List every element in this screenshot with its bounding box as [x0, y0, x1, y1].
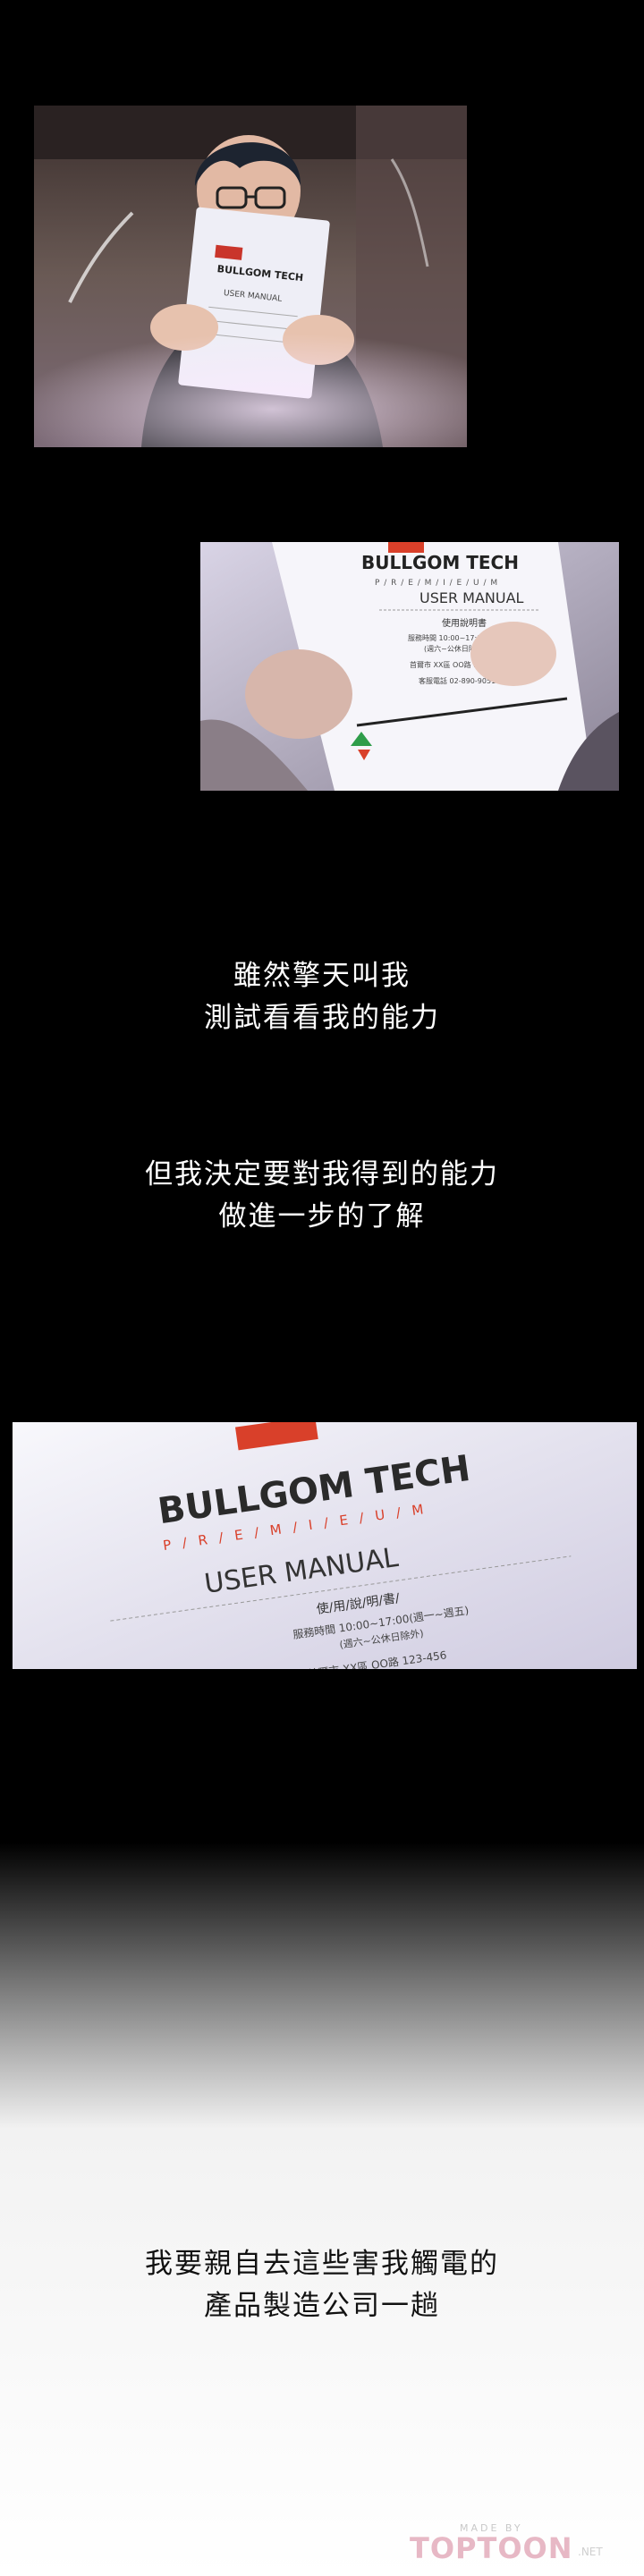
manual-line-5: 客服電話 02-890-9051	[419, 676, 496, 685]
narration-text-1: 雖然擎天叫我 測試看看我的能力	[0, 955, 644, 1039]
manual-line-1: 使用說明書	[442, 617, 487, 629]
watermark-brand: TOPTOON	[410, 2531, 573, 2565]
narration-line: 做進一步的了解	[218, 1200, 426, 1233]
manual-subtitle: P / R / E / M / I / E / U / M	[375, 579, 498, 588]
manual-header-illustration: BULLGOM TECH P / R / E / M / I / E / U /…	[13, 1422, 637, 1669]
narration-line: 但我決定要對我得到的能力	[145, 1158, 499, 1191]
manual-brand: BULLGOM TECH	[361, 552, 519, 573]
man-reading-illustration: BULLGOM TECH USER MANUAL	[34, 106, 467, 447]
comic-panel-manual-header: BULLGOM TECH P / R / E / M / I / E / U /…	[13, 1422, 637, 1669]
narration-text-3: 我要親自去這些害我觸電的 產品製造公司一趟	[0, 2243, 644, 2327]
narration-line: 測試看看我的能力	[204, 1002, 440, 1034]
comic-panel-man-reading-manual: BULLGOM TECH USER MANUAL	[34, 106, 467, 447]
narration-line: 產品製造公司一趟	[204, 2290, 440, 2322]
narration-text-2: 但我決定要對我得到的能力 做進一步的了解	[0, 1154, 644, 1238]
watermark-suffix: .NET	[578, 2546, 603, 2558]
toptoon-watermark: MADE BY TOPTOON .NET	[410, 2522, 606, 2565]
narration-line: 雖然擎天叫我	[233, 960, 411, 992]
manual-title: USER MANUAL	[419, 589, 524, 606]
manual-closeup-illustration: BULLGOM TECH P / R / E / M / I / E / U /…	[200, 542, 619, 791]
narration-line: 我要親自去這些害我觸電的	[145, 2248, 499, 2280]
comic-panel-manual-closeup: BULLGOM TECH P / R / E / M / I / E / U /…	[200, 542, 619, 791]
